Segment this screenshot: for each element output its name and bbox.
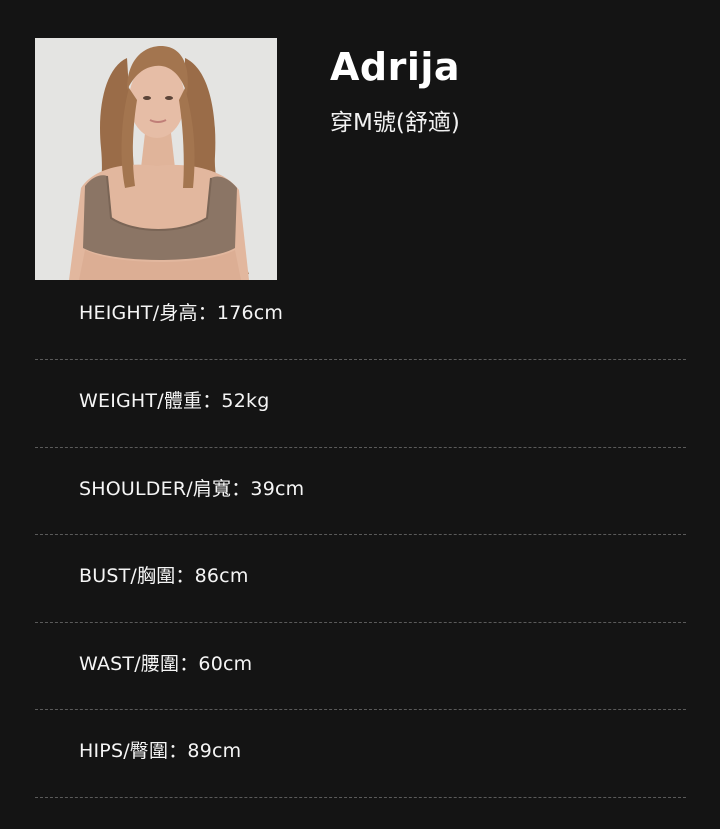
measurement-bust: BUST/胸圍：86cm: [79, 565, 249, 587]
measurements-list: HEIGHT/身高：176cm WEIGHT/體重：52kg SHOULDER/…: [35, 272, 686, 798]
model-photo-illustration: [35, 38, 277, 280]
measurement-row-hips: HIPS/臀圍：89cm: [35, 710, 686, 798]
model-photo: [35, 38, 277, 280]
measurement-height: HEIGHT/身高：176cm: [79, 302, 284, 324]
measurement-shoulder: SHOULDER/肩寬：39cm: [79, 477, 305, 500]
measurement-row-shoulder: SHOULDER/肩寬：39cm: [35, 448, 686, 535]
measurement-row-waist: WAST/腰圍：60cm: [35, 623, 686, 710]
measurement-waist: WAST/腰圍：60cm: [79, 652, 253, 675]
model-profile-card: Adrija 穿M號(舒適) HEIGHT/身高：176cm WEIGHT/體重…: [0, 0, 720, 829]
size-note: 穿M號(舒適): [330, 110, 460, 136]
measurement-weight: WEIGHT/體重：52kg: [79, 390, 270, 412]
measurement-row-height: HEIGHT/身高：176cm: [35, 272, 686, 360]
measurement-row-weight: WEIGHT/體重：52kg: [35, 360, 686, 448]
measurement-row-bust: BUST/胸圍：86cm: [35, 535, 686, 623]
measurement-hips: HIPS/臀圍：89cm: [79, 740, 242, 762]
model-name: Adrija: [330, 45, 461, 89]
